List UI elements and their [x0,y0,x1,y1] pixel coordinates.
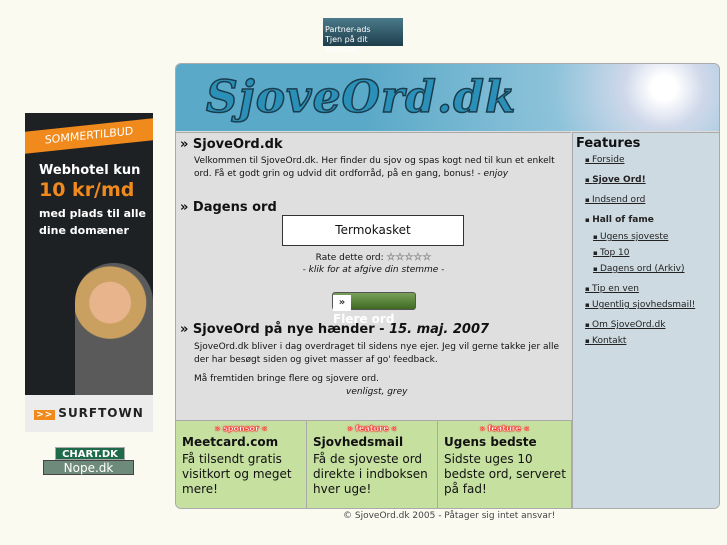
ad-text: med plads til alle dine domæner [39,207,146,237]
news-title: » SjoveOrd på nye hænder - 15. maj. 2007 [180,322,490,337]
word-of-day: Termokasket [282,215,464,246]
nav-hall-of-fame: Hall of fame [585,215,654,225]
nav-sjovhedsmail[interactable]: Ugentlig sjovhedsmail! [585,300,695,310]
content-column: » SjoveOrd.dk Velkommen til SjoveOrd.dk.… [176,132,571,421]
ad-price: 10 kr/md [39,179,135,201]
ad-brand: >> SURFTOWN [25,395,153,432]
rating: Rate dette ord: ☆☆☆☆☆ [315,252,432,264]
intro-text: Velkommen til SjoveOrd.dk. Her finder du… [194,156,555,179]
nav-om[interactable]: Om SjoveOrd.dk [585,320,665,330]
partner-ads-line1: Partner-ads [325,25,371,34]
chart-dk-badge[interactable]: CHART.DK [55,447,125,460]
surftown-ad-banner[interactable]: SOMMERTILBUD Webhotel kun 10 kr/md med p… [25,113,153,432]
ad-photo [75,263,153,395]
main-container: SjoveOrd.dk » SjoveOrd.dk Velkommen til … [175,63,720,509]
feature-box-sjovhedsmail[interactable]: » feature «Sjovhedsmail Få de sjoveste or… [307,420,438,508]
intro-title: » SjoveOrd.dk [180,137,283,152]
partner-ads-banner[interactable]: Partner-ads Tjen på dit website? [323,18,403,54]
ad-headline: Webhotel kun [39,163,141,178]
rating-hint: - klik for at afgive din stemme - [302,265,445,275]
features-title: Features [576,136,641,151]
nav-ugens-sjoveste[interactable]: Ugens sjoveste [593,232,668,242]
site-logo[interactable]: SjoveOrd.dk [205,71,516,124]
ad-ribbon: SOMMERTILBUD [25,118,153,154]
more-words-button[interactable]: »Flere ord [332,292,416,326]
nav-dagens-ord-arkiv[interactable]: Dagens ord (Arkiv) [593,264,685,274]
feature-box-ugens-bedste[interactable]: » feature «Ugens bedste Sidste uges 10 be… [438,420,572,508]
nope-dk-badge[interactable]: Nope.dk [43,460,134,475]
sponsor-box[interactable]: » sponsor «Meetcard.com Få tilsendt grati… [176,420,307,508]
news-signature: venligst, grey [346,387,408,397]
partner-ads-line2: Tjen på dit website? [325,35,368,54]
nav-forside[interactable]: Forside [585,155,625,165]
word-of-day-title: » Dagens ord [180,200,277,215]
news-text-2: Må fremtiden bringe flere og sjovere ord… [194,374,379,384]
nav-indsend-ord[interactable]: Indsend ord [585,195,645,205]
nav-sjove-ord[interactable]: Sjove Ord! [585,175,646,185]
features-sidebar: Features Forside Sjove Ord! Indsend ord … [572,132,719,508]
nav-kontakt[interactable]: Kontakt [585,336,626,346]
news-text: SjoveOrd.dk bliver i dag overdraget til … [194,342,560,365]
footer: © SjoveOrd.dk 2005 - Påtager sig intet a… [343,511,556,521]
site-header: SjoveOrd.dk [176,64,719,131]
nav-top-10[interactable]: Top 10 [593,248,630,258]
star-rating[interactable]: ☆☆☆☆☆ [386,252,431,264]
nav-tip-en-ven[interactable]: Tip en ven [585,284,639,294]
arrow-icon: » [333,295,351,311]
